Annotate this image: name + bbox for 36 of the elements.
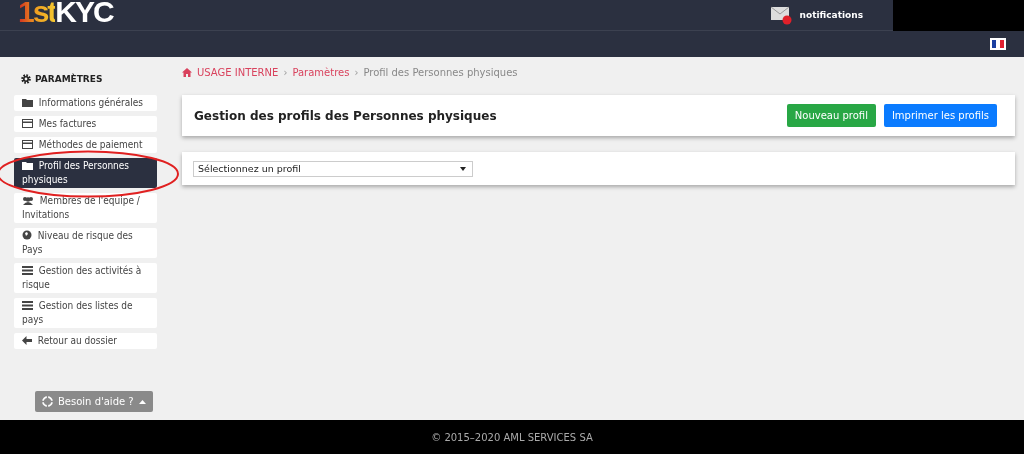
list-icon: [22, 266, 33, 275]
print-button[interactable]: Imprimer les profils: [883, 104, 997, 127]
sidebar-item[interactable]: Gestion des activités à risque: [14, 263, 157, 293]
folder-icon: [22, 161, 33, 170]
sidebar-item[interactable]: Informations générales: [14, 95, 157, 111]
sidebar-item[interactable]: Retour au dossier: [14, 333, 157, 349]
dropdown-arrow-icon: [460, 166, 466, 171]
card-icon: [22, 119, 33, 128]
gear-icon: [21, 74, 31, 84]
card-icon: [22, 140, 33, 149]
list-icon: [22, 301, 33, 310]
notifications-link[interactable]: notifications: [799, 10, 863, 20]
breadcrumb-item: Profil des Personnes physiques: [363, 67, 518, 78]
sidebar-title: PARAMÈTRES: [35, 74, 103, 84]
arrow-left-icon: [22, 336, 32, 345]
sidebar-item[interactable]: Méthodes de paiement: [14, 137, 157, 153]
panel-title: Gestion des profils des Personnes physiques: [194, 108, 497, 123]
breadcrumb-separator: ›: [283, 67, 288, 78]
breadcrumb-item[interactable]: Paramètres: [292, 67, 350, 78]
home-icon[interactable]: [182, 68, 192, 77]
copyright-text: © 2015–2020 AML SERVICES SA: [431, 431, 593, 443]
caret-icon: [138, 399, 146, 404]
french-flag-icon[interactable]: [990, 38, 1006, 50]
globe-icon: [22, 230, 32, 240]
breadcrumb-item[interactable]: USAGE INTERNE: [197, 67, 279, 78]
profile-select[interactable]: Sélectionnez un profil: [193, 160, 473, 177]
folder-icon: [22, 98, 33, 107]
sidebar-item[interactable]: Membres de l'équipe / Invitations: [14, 193, 157, 223]
sidebar-item[interactable]: Gestion des listes de pays: [14, 298, 157, 328]
lifebuoy-icon: [42, 396, 53, 407]
sidebar-item[interactable]: Profil des Personnes physiques: [14, 158, 157, 188]
sidebar-item[interactable]: Niveau de risque des Pays: [14, 228, 157, 258]
envelope-icon[interactable]: [769, 5, 794, 25]
breadcrumb-separator: ›: [354, 67, 359, 78]
sidebar-item[interactable]: Mes factures: [14, 116, 157, 132]
logo[interactable]: 1stKYC: [18, 0, 113, 28]
